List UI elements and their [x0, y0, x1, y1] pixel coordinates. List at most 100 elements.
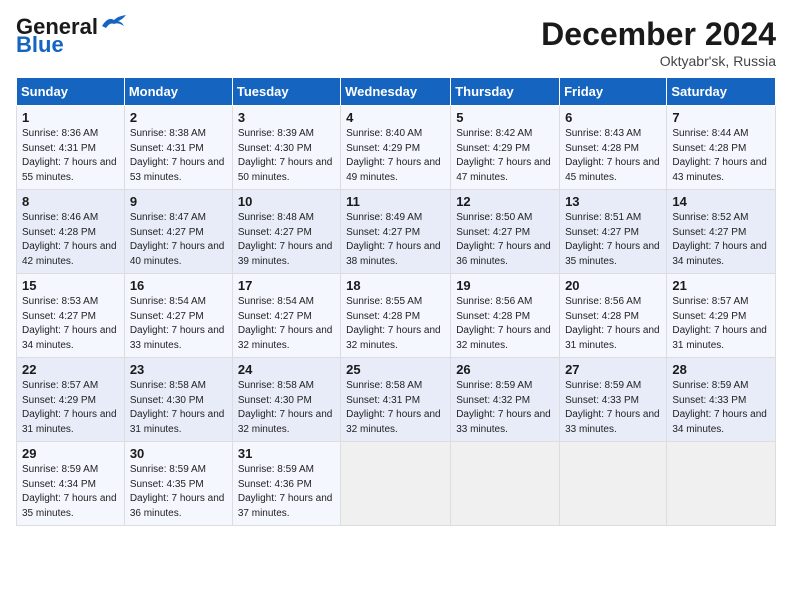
day-info: Sunrise: 8:53 AMSunset: 4:27 PMDaylight:… [22, 296, 117, 351]
weekday-header-thursday: Thursday [451, 78, 560, 106]
day-cell: 19 Sunrise: 8:56 AMSunset: 4:28 PMDaylig… [451, 274, 560, 358]
day-number: 24 [238, 362, 335, 377]
day-info: Sunrise: 8:59 AMSunset: 4:36 PMDaylight:… [238, 464, 333, 519]
day-cell: 4 Sunrise: 8:40 AMSunset: 4:29 PMDayligh… [341, 106, 451, 190]
day-info: Sunrise: 8:59 AMSunset: 4:34 PMDaylight:… [22, 464, 117, 519]
day-number: 11 [346, 194, 445, 209]
day-cell [560, 442, 667, 526]
day-info: Sunrise: 8:40 AMSunset: 4:29 PMDaylight:… [346, 128, 441, 183]
day-cell: 24 Sunrise: 8:58 AMSunset: 4:30 PMDaylig… [232, 358, 340, 442]
day-cell [451, 442, 560, 526]
day-number: 6 [565, 110, 661, 125]
day-info: Sunrise: 8:43 AMSunset: 4:28 PMDaylight:… [565, 128, 660, 183]
day-cell: 16 Sunrise: 8:54 AMSunset: 4:27 PMDaylig… [124, 274, 232, 358]
logo-blue-text: Blue [16, 34, 64, 56]
day-number: 10 [238, 194, 335, 209]
location-subtitle: Oktyabr'sk, Russia [541, 53, 776, 69]
day-number: 9 [130, 194, 227, 209]
day-number: 4 [346, 110, 445, 125]
day-info: Sunrise: 8:56 AMSunset: 4:28 PMDaylight:… [456, 296, 551, 351]
weekday-header-saturday: Saturday [667, 78, 776, 106]
day-cell: 28 Sunrise: 8:59 AMSunset: 4:33 PMDaylig… [667, 358, 776, 442]
day-cell: 21 Sunrise: 8:57 AMSunset: 4:29 PMDaylig… [667, 274, 776, 358]
day-info: Sunrise: 8:52 AMSunset: 4:27 PMDaylight:… [672, 212, 767, 267]
day-cell: 8 Sunrise: 8:46 AMSunset: 4:28 PMDayligh… [17, 190, 125, 274]
day-info: Sunrise: 8:44 AMSunset: 4:28 PMDaylight:… [672, 128, 767, 183]
day-cell: 13 Sunrise: 8:51 AMSunset: 4:27 PMDaylig… [560, 190, 667, 274]
day-cell: 27 Sunrise: 8:59 AMSunset: 4:33 PMDaylig… [560, 358, 667, 442]
day-info: Sunrise: 8:59 AMSunset: 4:35 PMDaylight:… [130, 464, 225, 519]
day-info: Sunrise: 8:59 AMSunset: 4:33 PMDaylight:… [565, 380, 660, 435]
day-number: 21 [672, 278, 770, 293]
day-info: Sunrise: 8:50 AMSunset: 4:27 PMDaylight:… [456, 212, 551, 267]
day-cell: 17 Sunrise: 8:54 AMSunset: 4:27 PMDaylig… [232, 274, 340, 358]
day-cell: 7 Sunrise: 8:44 AMSunset: 4:28 PMDayligh… [667, 106, 776, 190]
month-title: December 2024 [541, 16, 776, 53]
day-number: 28 [672, 362, 770, 377]
week-row-5: 29 Sunrise: 8:59 AMSunset: 4:34 PMDaylig… [17, 442, 776, 526]
day-info: Sunrise: 8:49 AMSunset: 4:27 PMDaylight:… [346, 212, 441, 267]
day-info: Sunrise: 8:58 AMSunset: 4:31 PMDaylight:… [346, 380, 441, 435]
day-number: 23 [130, 362, 227, 377]
day-info: Sunrise: 8:58 AMSunset: 4:30 PMDaylight:… [238, 380, 333, 435]
weekday-header-friday: Friday [560, 78, 667, 106]
day-cell: 2 Sunrise: 8:38 AMSunset: 4:31 PMDayligh… [124, 106, 232, 190]
page-header: General Blue December 2024 Oktyabr'sk, R… [16, 16, 776, 69]
day-info: Sunrise: 8:48 AMSunset: 4:27 PMDaylight:… [238, 212, 333, 267]
day-cell: 9 Sunrise: 8:47 AMSunset: 4:27 PMDayligh… [124, 190, 232, 274]
day-number: 20 [565, 278, 661, 293]
day-number: 7 [672, 110, 770, 125]
day-number: 18 [346, 278, 445, 293]
title-block: December 2024 Oktyabr'sk, Russia [541, 16, 776, 69]
logo: General Blue [16, 16, 128, 56]
week-row-4: 22 Sunrise: 8:57 AMSunset: 4:29 PMDaylig… [17, 358, 776, 442]
week-row-2: 8 Sunrise: 8:46 AMSunset: 4:28 PMDayligh… [17, 190, 776, 274]
day-cell: 14 Sunrise: 8:52 AMSunset: 4:27 PMDaylig… [667, 190, 776, 274]
day-info: Sunrise: 8:46 AMSunset: 4:28 PMDaylight:… [22, 212, 117, 267]
day-info: Sunrise: 8:54 AMSunset: 4:27 PMDaylight:… [238, 296, 333, 351]
day-number: 16 [130, 278, 227, 293]
day-cell: 1 Sunrise: 8:36 AMSunset: 4:31 PMDayligh… [17, 106, 125, 190]
day-cell: 29 Sunrise: 8:59 AMSunset: 4:34 PMDaylig… [17, 442, 125, 526]
weekday-header-sunday: Sunday [17, 78, 125, 106]
weekday-header-wednesday: Wednesday [341, 78, 451, 106]
day-number: 12 [456, 194, 554, 209]
day-cell: 25 Sunrise: 8:58 AMSunset: 4:31 PMDaylig… [341, 358, 451, 442]
calendar-table: SundayMondayTuesdayWednesdayThursdayFrid… [16, 77, 776, 526]
day-number: 1 [22, 110, 119, 125]
day-info: Sunrise: 8:54 AMSunset: 4:27 PMDaylight:… [130, 296, 225, 351]
day-info: Sunrise: 8:59 AMSunset: 4:32 PMDaylight:… [456, 380, 551, 435]
day-cell: 22 Sunrise: 8:57 AMSunset: 4:29 PMDaylig… [17, 358, 125, 442]
day-cell [667, 442, 776, 526]
day-info: Sunrise: 8:56 AMSunset: 4:28 PMDaylight:… [565, 296, 660, 351]
day-info: Sunrise: 8:38 AMSunset: 4:31 PMDaylight:… [130, 128, 225, 183]
day-info: Sunrise: 8:57 AMSunset: 4:29 PMDaylight:… [22, 380, 117, 435]
day-number: 17 [238, 278, 335, 293]
day-number: 30 [130, 446, 227, 461]
day-cell: 15 Sunrise: 8:53 AMSunset: 4:27 PMDaylig… [17, 274, 125, 358]
day-info: Sunrise: 8:39 AMSunset: 4:30 PMDaylight:… [238, 128, 333, 183]
day-info: Sunrise: 8:47 AMSunset: 4:27 PMDaylight:… [130, 212, 225, 267]
day-info: Sunrise: 8:42 AMSunset: 4:29 PMDaylight:… [456, 128, 551, 183]
day-number: 19 [456, 278, 554, 293]
day-cell: 31 Sunrise: 8:59 AMSunset: 4:36 PMDaylig… [232, 442, 340, 526]
day-cell: 12 Sunrise: 8:50 AMSunset: 4:27 PMDaylig… [451, 190, 560, 274]
day-cell: 23 Sunrise: 8:58 AMSunset: 4:30 PMDaylig… [124, 358, 232, 442]
weekday-header-monday: Monday [124, 78, 232, 106]
day-cell: 30 Sunrise: 8:59 AMSunset: 4:35 PMDaylig… [124, 442, 232, 526]
logo-bird-icon [100, 14, 128, 32]
day-info: Sunrise: 8:36 AMSunset: 4:31 PMDaylight:… [22, 128, 117, 183]
day-cell: 6 Sunrise: 8:43 AMSunset: 4:28 PMDayligh… [560, 106, 667, 190]
day-number: 25 [346, 362, 445, 377]
day-number: 14 [672, 194, 770, 209]
week-row-3: 15 Sunrise: 8:53 AMSunset: 4:27 PMDaylig… [17, 274, 776, 358]
day-number: 29 [22, 446, 119, 461]
day-number: 26 [456, 362, 554, 377]
day-info: Sunrise: 8:55 AMSunset: 4:28 PMDaylight:… [346, 296, 441, 351]
day-cell: 11 Sunrise: 8:49 AMSunset: 4:27 PMDaylig… [341, 190, 451, 274]
day-info: Sunrise: 8:59 AMSunset: 4:33 PMDaylight:… [672, 380, 767, 435]
day-cell [341, 442, 451, 526]
day-cell: 5 Sunrise: 8:42 AMSunset: 4:29 PMDayligh… [451, 106, 560, 190]
day-number: 8 [22, 194, 119, 209]
day-cell: 3 Sunrise: 8:39 AMSunset: 4:30 PMDayligh… [232, 106, 340, 190]
